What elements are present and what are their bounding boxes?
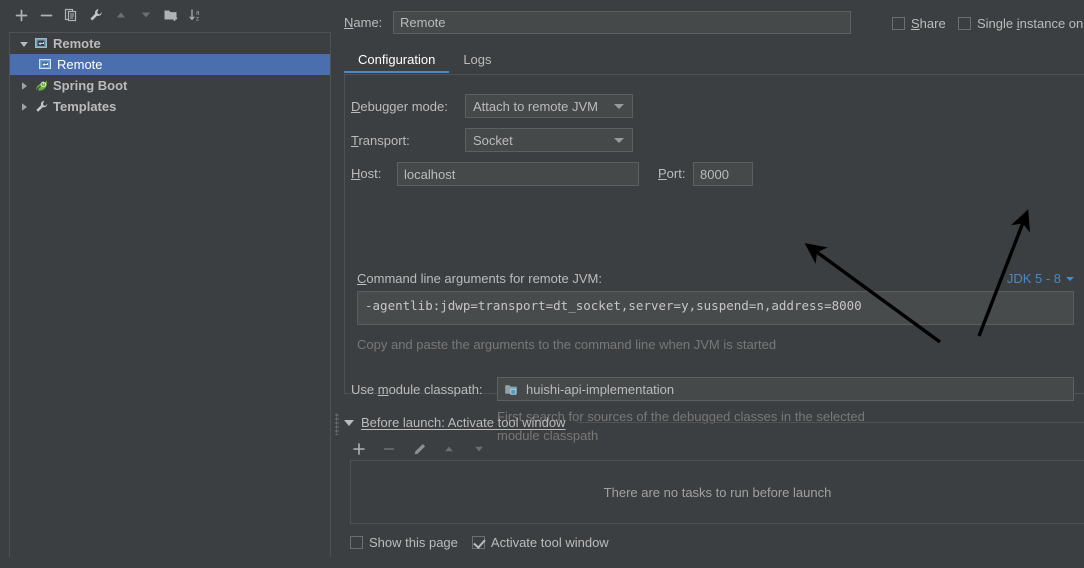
show-this-page-checkbox-box[interactable]: [350, 535, 363, 549]
module-classpath-label: Use module classpath:: [351, 382, 483, 397]
before-launch-task-list[interactable]: There are no tasks to run before launch: [350, 460, 1084, 524]
name-input[interactable]: [393, 11, 851, 34]
spring-boot-icon: [32, 78, 50, 93]
configurations-toolbar: a z: [0, 0, 332, 30]
tab-configuration[interactable]: Configuration: [344, 52, 450, 73]
single-instance-checkbox[interactable]: Single instance only: [958, 16, 1084, 31]
host-label: Host:: [351, 166, 382, 181]
name-label: Name:: [344, 15, 383, 30]
section-divider: [576, 421, 1084, 423]
chevron-down-icon: [614, 137, 624, 143]
transport-select[interactable]: Socket: [465, 128, 633, 152]
before-launch-toolbar: [350, 436, 488, 462]
share-checkbox-box[interactable]: [892, 17, 905, 30]
module-icon: [504, 382, 522, 397]
tab-logs[interactable]: Logs: [449, 52, 505, 73]
share-checkbox-label: Share: [911, 16, 946, 31]
configurations-panel: a z Remote Remote Spring Boot Templates: [0, 0, 332, 565]
jdk-version-label: JDK 5 - 8: [1006, 271, 1061, 286]
chevron-down-icon[interactable]: [344, 420, 354, 426]
share-checkbox[interactable]: Share: [892, 16, 946, 31]
show-this-page-label: Show this page: [369, 534, 458, 550]
tree-item-label: Templates: [53, 99, 117, 114]
add-task-button[interactable]: [350, 440, 368, 458]
move-task-down-button[interactable]: [470, 440, 488, 458]
tree-item-templates-group[interactable]: Templates: [10, 96, 330, 117]
editor-tabs: Configuration Logs: [344, 45, 506, 73]
before-launch-header: Before launch: Activate tool window: [344, 413, 1084, 431]
tree-item-spring-boot-group[interactable]: Spring Boot: [10, 75, 330, 96]
chevron-down-icon[interactable]: [16, 39, 32, 49]
host-input[interactable]: [397, 162, 639, 186]
chevron-right-icon[interactable]: [16, 81, 32, 91]
before-launch-section: Before launch: Activate tool window Ther…: [332, 408, 1084, 568]
tree-item-label: Spring Boot: [53, 78, 128, 93]
new-folder-button[interactable]: [160, 4, 182, 26]
tree-item-remote-config[interactable]: Remote: [10, 54, 330, 75]
before-launch-title: Before launch: Activate tool window: [361, 414, 566, 430]
activate-tool-window-checkbox-box[interactable]: [471, 535, 485, 549]
configuration-form: Debugger mode: Attach to remote JVM Tran…: [344, 74, 1084, 443]
activate-tool-window-label: Activate tool window: [490, 534, 609, 550]
svg-text:z: z: [196, 17, 199, 23]
empty-state-text: There are no tasks to run before launch: [603, 484, 832, 500]
tree-item-label: Remote: [53, 36, 101, 51]
copy-configuration-button[interactable]: [60, 4, 82, 26]
edit-task-pencil-icon[interactable]: [410, 440, 428, 458]
configurations-tree[interactable]: Remote Remote Spring Boot Templates: [9, 32, 331, 557]
port-label: Port:: [658, 166, 686, 181]
single-instance-checkbox-box[interactable]: [958, 17, 971, 30]
module-classpath-value: huishi-api-implementation: [526, 381, 675, 397]
sort-configurations-button[interactable]: a z: [185, 4, 207, 26]
edit-templates-wrench-icon[interactable]: [85, 4, 107, 26]
splitter-grip[interactable]: [335, 413, 339, 435]
debugger-mode-value: Attach to remote JVM: [473, 98, 598, 114]
module-classpath-select[interactable]: huishi-api-implementation: [497, 377, 1074, 401]
debugger-mode-label: Debugger mode:: [351, 99, 448, 114]
command-line-arguments-field[interactable]: -agentlib:jdwp=transport=dt_socket,serve…: [357, 291, 1074, 325]
single-instance-checkbox-label: Single instance only: [977, 16, 1084, 31]
remove-task-button[interactable]: [380, 440, 398, 458]
port-input[interactable]: [693, 162, 753, 186]
move-up-button[interactable]: [110, 4, 132, 26]
move-down-button[interactable]: [135, 4, 157, 26]
chevron-right-icon[interactable]: [16, 102, 32, 112]
jdk-version-selector[interactable]: JDK 5 - 8: [1007, 271, 1074, 286]
command-line-arguments-label: Command line arguments for remote JVM:: [357, 271, 602, 286]
move-task-up-button[interactable]: [440, 440, 458, 458]
name-row: Name: Share Single instance only: [332, 0, 1084, 44]
configuration-editor-panel: Name: Share Single instance only Configu…: [332, 0, 1084, 565]
tree-item-label: Remote: [57, 57, 103, 72]
activate-tool-window-checkbox[interactable]: Activate tool window: [471, 534, 609, 550]
show-this-page-checkbox[interactable]: Show this page: [350, 535, 458, 550]
transport-value: Socket: [473, 132, 513, 148]
add-configuration-button[interactable]: [10, 4, 32, 26]
chevron-down-icon: [614, 103, 624, 109]
wrench-icon: [32, 99, 50, 114]
tree-item-remote-group[interactable]: Remote: [10, 33, 330, 54]
remote-debug-icon: [32, 36, 50, 51]
before-launch-options: Show this page Activate tool window: [350, 532, 609, 552]
debugger-mode-select[interactable]: Attach to remote JVM: [465, 94, 633, 118]
transport-label: Transport:: [351, 133, 410, 148]
remove-configuration-button[interactable]: [35, 4, 57, 26]
remote-debug-icon: [36, 57, 54, 72]
chevron-down-icon: [1066, 276, 1074, 281]
command-line-arguments-hint: Copy and paste the arguments to the comm…: [357, 337, 777, 352]
